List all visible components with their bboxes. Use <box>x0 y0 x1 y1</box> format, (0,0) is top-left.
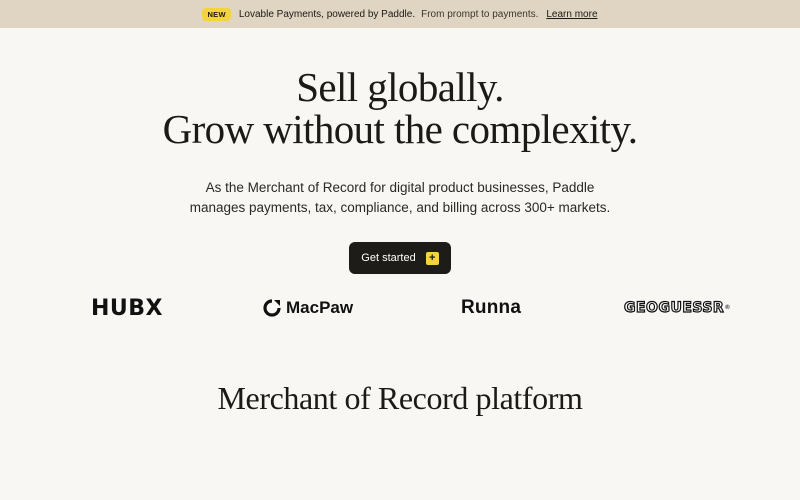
macpaw-logo: MacPaw <box>263 294 353 322</box>
customer-logos: HUBX MacPaw Runna GEOGUESSR ® <box>0 294 800 322</box>
section-title: Merchant of Record platform <box>217 380 583 416</box>
learn-more-link[interactable]: Learn more <box>546 9 597 20</box>
runna-logo: Runna <box>461 297 522 318</box>
get-started-button[interactable]: Get started + <box>349 242 451 274</box>
plus-icon: + <box>425 251 439 265</box>
hero-section: Sell globally. Grow without the complexi… <box>0 66 800 274</box>
get-started-label: Get started <box>361 252 416 264</box>
macpaw-mark-icon <box>263 299 281 317</box>
announcement-subtext: From prompt to payments. <box>421 8 539 20</box>
hero-title: Sell globally. Grow without the complexi… <box>0 66 800 150</box>
geoguessr-logo: GEOGUESSR ® <box>623 299 731 316</box>
hubx-logo: HUBX <box>91 295 164 321</box>
registered-mark-icon: ® <box>725 305 731 311</box>
announcement-headline: Lovable Payments, powered by Paddle. <box>238 8 416 20</box>
new-badge: NEW <box>202 7 231 21</box>
hero-title-line2: Grow without the complexity. <box>162 106 638 152</box>
hero-description: As the Merchant of Record for digital pr… <box>189 180 611 215</box>
announcement-bar: NEW Lovable Payments, powered by Paddle.… <box>0 0 800 28</box>
hero-title-line1: Sell globally. <box>296 64 504 110</box>
